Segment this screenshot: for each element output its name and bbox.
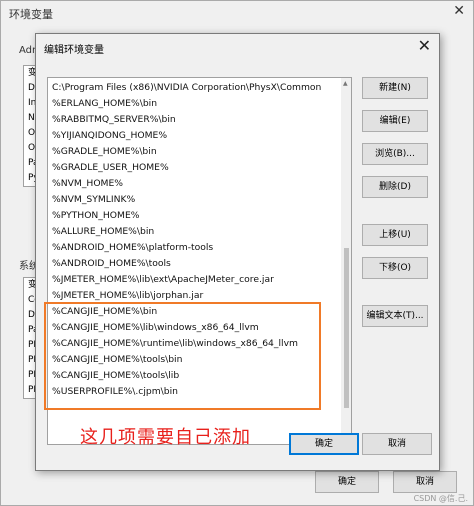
list-item[interactable]: C:\Program Files (x86)\NVIDIA Corporatio…	[52, 80, 321, 95]
list-item[interactable]: %ERLANG_HOME%\bin	[52, 96, 157, 111]
list-item[interactable]: %ALLURE_HOME%\bin	[52, 224, 154, 239]
close-icon[interactable]: ✕	[418, 36, 431, 55]
browse-button[interactable]: 浏览(B)...	[362, 143, 428, 165]
outer-close-icon[interactable]: ✕	[453, 3, 465, 19]
list-item[interactable]: %RABBITMQ_SERVER%\bin	[52, 112, 176, 127]
list-item[interactable]: %JMETER_HOME%\lib\jorphan.jar	[52, 288, 203, 303]
scroll-up-icon[interactable]: ▲	[343, 80, 348, 87]
list-item[interactable]: %GRADLE_USER_HOME%	[52, 160, 169, 175]
highlight-box	[44, 302, 321, 410]
cancel-button[interactable]: 取消	[362, 433, 432, 455]
list-item[interactable]: %YIJIANQIDONG_HOME%	[52, 128, 167, 143]
edit-text-button[interactable]: 编辑文本(T)...	[362, 305, 428, 327]
move-up-button[interactable]: 上移(U)	[362, 224, 428, 246]
outer-window-title: 环境变量	[9, 8, 53, 21]
move-down-button[interactable]: 下移(O)	[362, 257, 428, 279]
scroll-thumb[interactable]	[344, 248, 349, 408]
list-item[interactable]: %ANDROID_HOME%\platform-tools	[52, 240, 213, 255]
new-button[interactable]: 新建(N)	[362, 77, 428, 99]
outer-ok-button[interactable]: 确定	[315, 471, 379, 493]
edit-button[interactable]: 编辑(E)	[362, 110, 428, 132]
list-item[interactable]: %NVM_HOME%	[52, 176, 123, 191]
delete-button[interactable]: 删除(D)	[362, 176, 428, 198]
watermark: CSDN @信.己.	[413, 494, 468, 503]
list-item[interactable]: %JMETER_HOME%\lib\ext\ApacheJMeter_core.…	[52, 272, 274, 287]
outer-cancel-button[interactable]: 取消	[393, 471, 457, 493]
dialog-title: 编辑环境变量	[44, 45, 104, 56]
ok-button[interactable]: 确定	[289, 433, 359, 455]
list-item[interactable]: %GRADLE_HOME%\bin	[52, 144, 157, 159]
list-item[interactable]: %ANDROID_HOME%\tools	[52, 256, 171, 271]
list-item[interactable]: %NVM_SYMLINK%	[52, 192, 135, 207]
annotation-text: 这几项需要自己添加	[80, 427, 251, 448]
list-item[interactable]: %PYTHON_HOME%	[52, 208, 140, 223]
vertical-scrollbar[interactable]: ▲	[341, 78, 351, 444]
